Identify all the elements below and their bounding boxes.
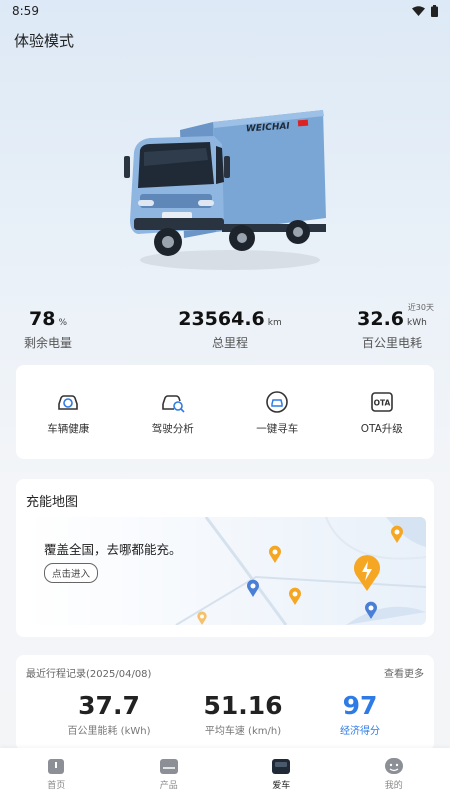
trip-score-value: 97 xyxy=(342,691,378,720)
charging-pin-blue-icon[interactable] xyxy=(364,601,378,619)
tab-label: 我的 xyxy=(384,781,403,791)
truck-image: WEICHAI xyxy=(118,100,332,276)
energy-stat: 近30天 32.6 kWh 百公里电耗 xyxy=(352,303,434,351)
quick-actions-card: 车辆健康 驾驶分析 一键寻车 OTA OTA升级 xyxy=(16,365,434,459)
trip-energy-value: 37.7 xyxy=(78,691,140,720)
tab-label: 产品 xyxy=(159,781,178,791)
charging-pin-icon[interactable] xyxy=(196,611,208,625)
battery-label: 剩余电量 xyxy=(23,336,72,350)
battery-value: 78 xyxy=(28,308,56,330)
trip-score-label: 经济得分 xyxy=(340,726,380,737)
my-car-icon xyxy=(272,759,291,774)
product-icon xyxy=(159,759,178,774)
status-icons xyxy=(412,5,438,17)
battery-stat: 78% 剩余电量 xyxy=(18,308,78,351)
trip-score-stat: 97 经济得分 xyxy=(295,691,425,737)
charge-map-enter-button[interactable]: 点击进入 xyxy=(44,563,99,583)
trip-speed-label: 平均车速 (km/h) xyxy=(204,726,282,737)
wifi-icon xyxy=(412,6,425,16)
car-health-icon xyxy=(58,394,79,410)
trip-title: 最近行程记录(2025/04/08) xyxy=(26,669,152,680)
quick-action-car-health[interactable]: 车辆健康 xyxy=(23,389,113,436)
charge-map-title: 充能地图 xyxy=(26,495,79,510)
charging-pin-icon[interactable] xyxy=(390,525,404,543)
quick-action-label: 一键寻车 xyxy=(256,422,299,435)
trip-speed-value: 51.16 xyxy=(203,691,283,720)
home-icon xyxy=(48,759,65,774)
status-time: 8:59 xyxy=(12,4,39,18)
page-title: 体验模式 xyxy=(14,32,75,50)
tab-label: 爱车 xyxy=(272,781,291,791)
trip-view-more-link[interactable]: 查看更多 xyxy=(384,665,424,680)
quick-action-label: 驾驶分析 xyxy=(151,422,194,435)
bottom-tab-bar: 首页 产品 爱车 我的 xyxy=(0,748,450,800)
battery-icon xyxy=(431,5,438,17)
quick-action-ota[interactable]: OTA OTA升级 xyxy=(337,389,427,436)
tab-my-car[interactable]: 爱车 xyxy=(241,757,321,791)
trip-speed-stat: 51.16 平均车速 (km/h) xyxy=(178,691,308,737)
driving-analysis-icon xyxy=(161,394,185,413)
quick-action-driving-analysis[interactable]: 驾驶分析 xyxy=(128,389,218,436)
tab-home[interactable]: 首页 xyxy=(16,757,96,791)
energy-period-note: 近30天 xyxy=(407,303,434,312)
mileage-label: 总里程 xyxy=(211,336,248,350)
battery-unit: % xyxy=(58,318,67,328)
charge-map-card[interactable]: 充能地图 覆盖全国，去哪都能充。 点击进入 xyxy=(16,479,434,637)
trip-energy-label: 百公里能耗 (kWh) xyxy=(67,726,151,737)
profile-icon xyxy=(384,758,403,774)
tab-label: 首页 xyxy=(47,781,66,791)
charging-pin-selected-icon[interactable] xyxy=(352,555,382,591)
recent-trip-card: 最近行程记录(2025/04/08) 查看更多 37.7 百公里能耗 (kWh)… xyxy=(16,655,434,751)
quick-action-label: 车辆健康 xyxy=(47,422,90,435)
charge-map-preview[interactable]: 覆盖全国，去哪都能充。 点击进入 xyxy=(26,517,426,625)
trip-energy-stat: 37.7 百公里能耗 (kWh) xyxy=(44,691,174,737)
status-bar: 8:59 xyxy=(0,0,450,22)
mileage-unit: km xyxy=(267,318,282,328)
svg-text:OTA: OTA xyxy=(373,398,390,407)
mileage-stat: 23564.6 km 总里程 xyxy=(150,308,310,351)
charging-pin-icon[interactable] xyxy=(288,587,302,605)
find-car-icon xyxy=(266,390,289,413)
energy-unit: kWh xyxy=(407,318,427,328)
tab-profile[interactable]: 我的 xyxy=(354,757,434,791)
charging-pin-blue-icon[interactable] xyxy=(246,579,260,597)
ota-icon: OTA xyxy=(370,391,393,412)
charging-pin-icon[interactable] xyxy=(268,545,282,563)
vehicle-stats: 78% 剩余电量 23564.6 km 总里程 近30天 32.6 kWh 百公里电… xyxy=(0,303,450,354)
quick-action-label: OTA升级 xyxy=(360,422,403,435)
energy-value: 32.6 xyxy=(357,308,405,330)
charge-map-slogan: 覆盖全国，去哪都能充。 xyxy=(44,542,182,557)
tab-product[interactable]: 产品 xyxy=(129,757,209,791)
mileage-value: 23564.6 xyxy=(178,308,265,330)
energy-label: 百公里电耗 xyxy=(361,336,422,350)
quick-action-find-car[interactable]: 一键寻车 xyxy=(232,389,322,436)
